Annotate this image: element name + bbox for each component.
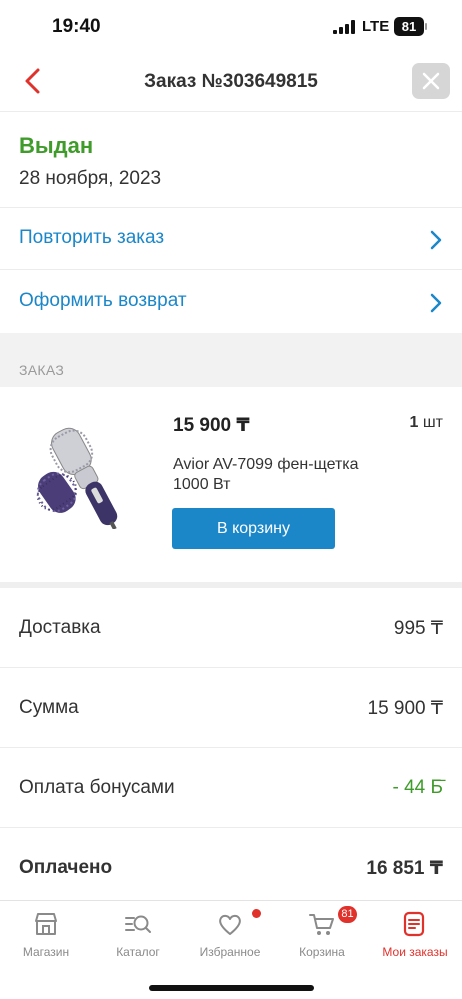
tab-cart[interactable]: 81 Корзина bbox=[276, 901, 368, 967]
header: Заказ №303649815 bbox=[0, 52, 462, 112]
summary-row-delivery: Доставка 995 ₸ bbox=[0, 588, 462, 668]
summary-row-subtotal: Сумма 15 900 ₸ bbox=[0, 668, 462, 748]
summary-label: Сумма bbox=[19, 697, 79, 718]
product-quantity-unit: шт bbox=[422, 414, 443, 431]
product-quantity-number: 1 bbox=[409, 414, 419, 431]
battery-tip bbox=[425, 23, 427, 30]
tab-my-orders[interactable]: Мои заказы bbox=[368, 901, 462, 967]
summary-value: 15 900 ₸ bbox=[367, 698, 443, 719]
order-status-block: Выдан 28 ноября, 2023 bbox=[0, 113, 462, 208]
close-icon bbox=[422, 72, 440, 90]
heart-icon bbox=[219, 914, 241, 935]
return-order-row[interactable]: Оформить возврат bbox=[0, 271, 462, 333]
product-price: 15 900 ₸ bbox=[173, 415, 250, 436]
section-title: ЗАКАЗ bbox=[19, 362, 65, 378]
signal-icon bbox=[333, 20, 355, 34]
product-quantity: 1 шт bbox=[409, 414, 443, 432]
order-status-date: 28 ноября, 2023 bbox=[19, 168, 162, 189]
product-card: 15 900 ₸ 1 шт Avior AV-7099 фен-щетка 10… bbox=[0, 387, 462, 582]
battery-icon: 81 bbox=[394, 17, 424, 36]
cart-badge: 81 bbox=[338, 906, 357, 923]
repeat-order-label: Повторить заказ bbox=[19, 227, 165, 248]
summary-label: Доставка bbox=[19, 617, 101, 638]
summary-value: - 44 Б̄ bbox=[392, 777, 444, 798]
page-title: Заказ №303649815 bbox=[144, 71, 318, 92]
add-to-cart-button[interactable]: В корзину bbox=[172, 508, 335, 549]
summary-label: Оплата бонусами bbox=[19, 777, 175, 798]
repeat-order-row[interactable]: Повторить заказ bbox=[0, 208, 462, 270]
orders-icon bbox=[403, 911, 425, 937]
section-header: ЗАКАЗ bbox=[0, 333, 462, 387]
shop-icon bbox=[35, 913, 57, 935]
tab-bar: Магазин Каталог Избранное 81 Корзина Мои… bbox=[0, 900, 462, 966]
catalog-search-icon bbox=[125, 915, 151, 933]
chevron-right-icon bbox=[430, 293, 442, 313]
return-order-label: Оформить возврат bbox=[19, 290, 187, 311]
tab-label: Корзина bbox=[299, 945, 345, 959]
summary-row-bonus: Оплата бонусами - 44 Б̄ bbox=[0, 748, 462, 828]
summary-row-paid: Оплачено 16 851 ₸ bbox=[0, 828, 462, 908]
network-type: LTE bbox=[362, 18, 390, 35]
tab-label: Каталог bbox=[116, 945, 160, 959]
chevron-right-icon bbox=[430, 230, 442, 250]
order-status-label: Выдан bbox=[19, 133, 94, 158]
tab-shop[interactable]: Магазин bbox=[0, 901, 92, 967]
close-button[interactable] bbox=[412, 63, 450, 99]
notification-dot bbox=[252, 909, 261, 918]
tab-catalog[interactable]: Каталог bbox=[92, 901, 184, 967]
product-name[interactable]: Avior AV-7099 фен-щетка 1000 Вт bbox=[173, 455, 393, 495]
home-indicator bbox=[149, 985, 314, 991]
summary-value: 995 ₸ bbox=[393, 618, 443, 639]
status-time: 19:40 bbox=[52, 16, 101, 37]
cart-icon bbox=[309, 914, 334, 935]
summary-value: 16 851 ₸ bbox=[366, 858, 443, 879]
tab-label: Избранное bbox=[199, 945, 261, 959]
tab-label: Магазин bbox=[22, 945, 70, 959]
tab-favorites[interactable]: Избранное bbox=[184, 901, 276, 967]
product-image[interactable] bbox=[30, 409, 145, 529]
status-bar: 19:40 LTE 81 bbox=[0, 0, 462, 52]
tab-label: Мои заказы bbox=[382, 945, 448, 959]
summary-label: Оплачено bbox=[19, 857, 113, 878]
